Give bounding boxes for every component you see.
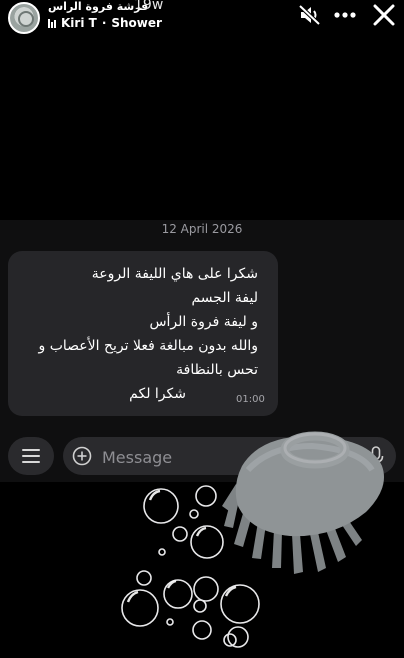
story-header: فرشة فروة الراس 19w Kiri T · Shower — [0, 0, 404, 40]
scalp-brush-sticker — [121, 431, 384, 648]
menu-icon — [22, 449, 40, 451]
message-time: 01:00 — [236, 394, 265, 405]
bubbles — [121, 485, 260, 648]
brush — [222, 431, 384, 574]
message-line: شكرا على هاي الليفة الروعة — [91, 266, 258, 282]
message-line: ليفة الجسم — [191, 290, 258, 306]
message-text: شكرا على هاي الليفة الروعة ليفة الجسم و لي… — [18, 262, 259, 406]
more-icon[interactable] — [332, 3, 358, 27]
story-age: 19w — [134, 0, 164, 13]
mute-icon[interactable] — [297, 3, 323, 27]
message-line: و ليفة فروة الرأس — [149, 314, 258, 330]
close-icon[interactable] — [371, 3, 397, 27]
message-line: شكرا لكم — [129, 386, 186, 402]
music-track: Shower — [111, 16, 162, 30]
message-line: تحس بالنظافة — [176, 362, 258, 378]
music-separator: · — [101, 16, 107, 30]
avatar[interactable] — [8, 2, 40, 34]
plus-icon[interactable] — [72, 446, 92, 466]
music-info[interactable]: Kiri T · Shower — [48, 16, 162, 30]
music-artist: Kiri T — [61, 16, 97, 30]
menu-button[interactable] — [8, 437, 54, 475]
message-line: والله بدون مبالغة فعلا تريح الأعصاب و — [38, 338, 259, 354]
music-bars-icon — [48, 18, 56, 28]
date-separator: 12 April 2026 — [161, 222, 243, 236]
